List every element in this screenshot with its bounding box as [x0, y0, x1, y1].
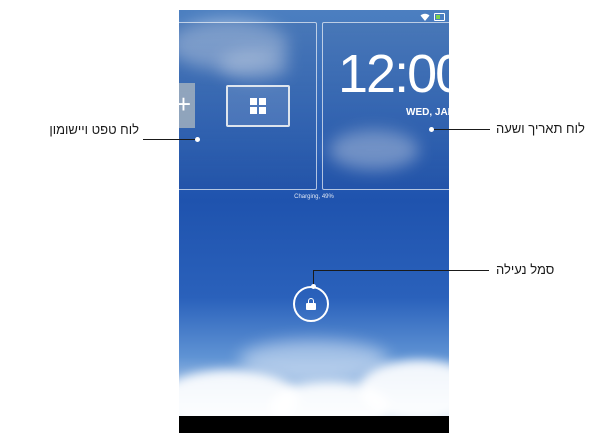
padlock-icon — [306, 298, 316, 310]
navigation-bar — [179, 416, 449, 433]
clock-time: 12:00 — [338, 44, 449, 104]
wifi-icon — [420, 13, 430, 21]
lockscreen: + 12:00 WED, JAN 1 Charging, 49% — [179, 10, 449, 433]
clock-date: WED, JAN 1 — [406, 107, 449, 118]
callout-dot — [429, 127, 434, 132]
date-time-panel[interactable]: 12:00 WED, JAN 1 — [322, 22, 449, 190]
widget-grid-icon — [250, 98, 266, 114]
callout-line — [313, 270, 489, 271]
lock-icon-callout-label: סמל נעילה — [496, 262, 555, 277]
charging-status: Charging, 49% — [294, 194, 334, 200]
lock-button[interactable] — [293, 286, 329, 322]
callout-dot — [195, 137, 200, 142]
add-widget-icon[interactable]: + — [179, 83, 195, 128]
wallpaper-widget-panel[interactable]: + — [179, 22, 317, 190]
widget-panel-callout-label: לוח טפט ויישומון — [49, 122, 139, 137]
callout-dot — [311, 284, 316, 289]
callout-line — [143, 139, 198, 140]
widget-list-button[interactable] — [226, 85, 290, 127]
callout-line — [432, 129, 490, 130]
cloud — [239, 340, 389, 380]
battery-icon — [434, 13, 445, 21]
clock-panel-callout-label: לוח תאריך ושעה — [496, 121, 585, 136]
